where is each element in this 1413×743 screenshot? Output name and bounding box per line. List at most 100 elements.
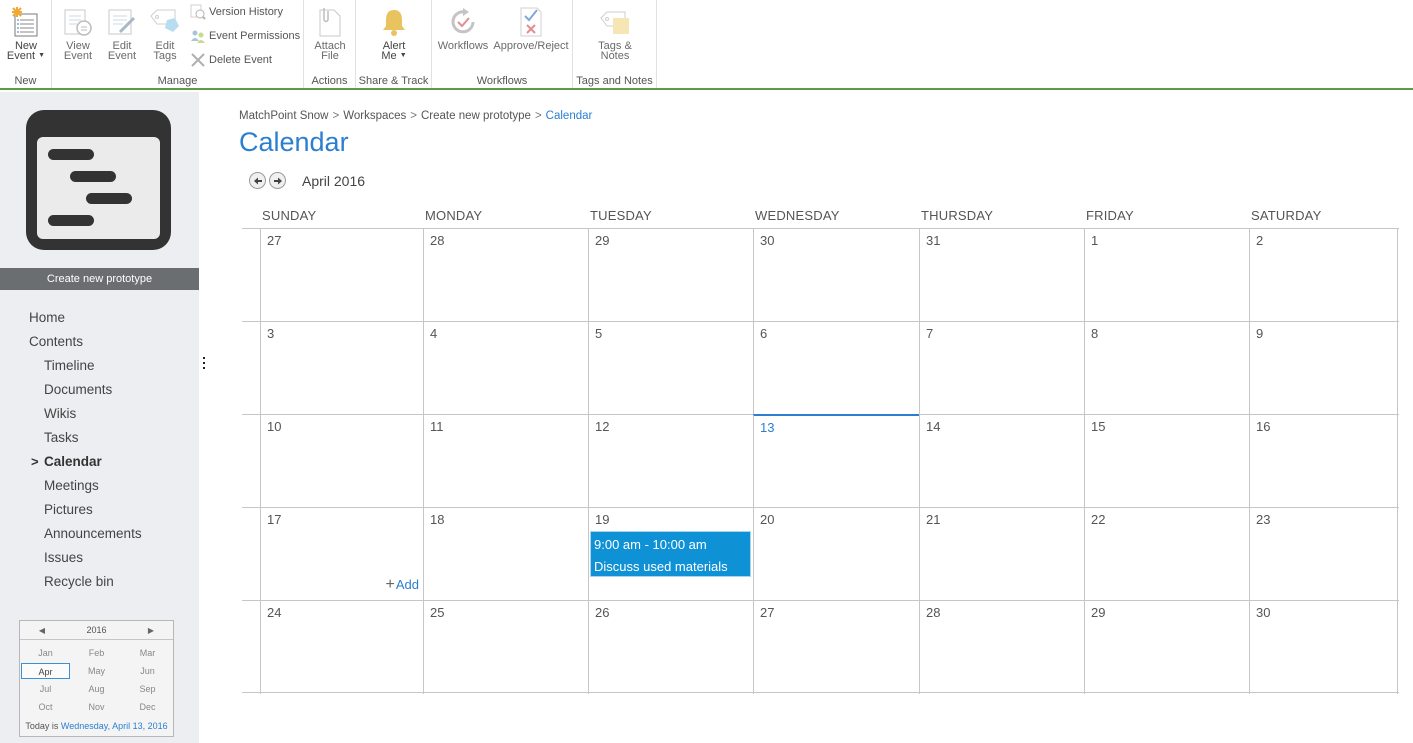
nav-item-announcements[interactable]: Announcements bbox=[0, 522, 199, 546]
month-may[interactable]: May bbox=[71, 663, 122, 679]
site-title[interactable]: Create new prototype bbox=[0, 268, 199, 290]
nav-item-pictures[interactable]: Pictures bbox=[0, 498, 199, 522]
day-cell[interactable]: 1 bbox=[1084, 229, 1249, 322]
nav-item-documents[interactable]: Documents bbox=[0, 378, 199, 402]
breadcrumb-item[interactable]: Create new prototype bbox=[421, 110, 531, 122]
day-cell[interactable]: 19 9:00 am - 10:00 am Discuss used materia… bbox=[588, 508, 753, 601]
breadcrumb-item[interactable]: MatchPoint Snow bbox=[239, 110, 329, 122]
alert-me-label-2: Me bbox=[381, 50, 397, 62]
breadcrumb-item[interactable]: Calendar bbox=[546, 110, 593, 122]
nav-item-issues[interactable]: Issues bbox=[0, 546, 199, 570]
month-dec[interactable]: Dec bbox=[122, 699, 173, 715]
calendar-month-label: April 2016 bbox=[302, 173, 366, 189]
day-cell[interactable]: 5 bbox=[588, 322, 753, 415]
day-cell[interactable]: 4 bbox=[423, 322, 588, 415]
day-cell[interactable]: 25 bbox=[423, 601, 588, 694]
month-oct[interactable]: Oct bbox=[20, 699, 71, 715]
day-cell[interactable]: 3 bbox=[260, 322, 423, 415]
day-cell[interactable]: 27 bbox=[260, 229, 423, 322]
group-label-workflows: Workflows bbox=[476, 75, 528, 87]
day-cell[interactable]: 15 bbox=[1084, 415, 1249, 508]
nav-item-home[interactable]: Home bbox=[0, 306, 199, 330]
day-cell[interactable]: 21 bbox=[919, 508, 1084, 601]
day-cell[interactable]: 16 bbox=[1249, 415, 1398, 508]
edit-tags-label-2: Tags bbox=[153, 50, 177, 62]
day-number: 21 bbox=[926, 512, 941, 527]
day-cell[interactable]: 23 bbox=[1249, 508, 1398, 601]
attach-file-button[interactable]: Attach File bbox=[312, 6, 348, 62]
edit-event-button[interactable]: Edit Event bbox=[104, 6, 140, 62]
approve-reject-icon bbox=[520, 7, 542, 37]
day-number: 1 bbox=[1091, 233, 1099, 248]
alert-me-button[interactable]: Alert Me ▼ bbox=[376, 6, 412, 62]
day-cell[interactable]: 14 bbox=[919, 415, 1084, 508]
day-cell[interactable]: 30 bbox=[1249, 601, 1398, 694]
day-cell[interactable]: 29 bbox=[588, 229, 753, 322]
workflows-button[interactable]: Workflows bbox=[437, 6, 489, 52]
month-jan[interactable]: Jan bbox=[20, 645, 71, 661]
nav-item-recycle-bin[interactable]: Recycle bin bbox=[0, 570, 199, 594]
delete-event-button[interactable]: Delete Event bbox=[190, 50, 272, 70]
version-history-button[interactable]: Version History bbox=[190, 2, 283, 22]
event-permissions-button[interactable]: Event Permissions bbox=[190, 26, 300, 46]
day-number: 25 bbox=[430, 605, 445, 620]
nav-item-tasks[interactable]: Tasks bbox=[0, 426, 199, 450]
sidebar-resize-handle[interactable] bbox=[202, 357, 206, 371]
day-cell[interactable]: 11 bbox=[423, 415, 588, 508]
month-nov[interactable]: Nov bbox=[71, 699, 122, 715]
day-cell[interactable]: 12 bbox=[588, 415, 753, 508]
approve-reject-button[interactable]: Approve/Reject bbox=[493, 6, 569, 52]
day-cell[interactable]: 18 bbox=[423, 508, 588, 601]
day-cell[interactable]: 8 bbox=[1084, 322, 1249, 415]
month-jun[interactable]: Jun bbox=[122, 663, 173, 679]
month-feb[interactable]: Feb bbox=[71, 645, 122, 661]
month-apr[interactable]: Apr bbox=[21, 663, 70, 679]
day-cell[interactable]: 9 bbox=[1249, 322, 1398, 415]
add-event-link[interactable]: +Add bbox=[386, 576, 419, 594]
previous-year-icon[interactable]: ◀ bbox=[32, 621, 52, 640]
day-cell[interactable]: 7 bbox=[919, 322, 1084, 415]
day-cell[interactable]: 24 bbox=[260, 601, 423, 694]
site-logo-icon[interactable] bbox=[26, 110, 171, 250]
day-number: 30 bbox=[1256, 605, 1271, 620]
month-sep[interactable]: Sep bbox=[122, 681, 173, 697]
day-number: 10 bbox=[267, 419, 282, 434]
today-link[interactable]: Wednesday, April 13, 2016 bbox=[61, 721, 168, 731]
arrow-left-icon bbox=[254, 177, 262, 185]
ribbon-group-manage: View Event Edit Event Edit Tags Version … bbox=[52, 0, 304, 88]
group-label-actions: Actions bbox=[311, 75, 348, 87]
day-cell[interactable]: 31 bbox=[919, 229, 1084, 322]
nav-item-wikis[interactable]: Wikis bbox=[0, 402, 199, 426]
day-cell[interactable]: 22 bbox=[1084, 508, 1249, 601]
month-mar[interactable]: Mar bbox=[122, 645, 173, 661]
month-aug[interactable]: Aug bbox=[71, 681, 122, 697]
new-event-button[interactable]: New Event ▼ bbox=[6, 6, 46, 62]
nav-item-timeline[interactable]: Timeline bbox=[0, 354, 199, 378]
day-cell[interactable]: 10 bbox=[260, 415, 423, 508]
dropdown-caret-icon: ▼ bbox=[38, 52, 46, 60]
nav-item-calendar[interactable]: > Calendar bbox=[0, 450, 199, 474]
day-cell[interactable]: 13 bbox=[753, 414, 919, 507]
day-number: 7 bbox=[926, 326, 934, 341]
next-year-icon[interactable]: ▶ bbox=[141, 621, 161, 640]
view-event-button[interactable]: View Event bbox=[60, 6, 96, 62]
day-cell[interactable]: 2 bbox=[1249, 229, 1398, 322]
nav-item-contents[interactable]: Contents bbox=[0, 330, 199, 354]
day-cell[interactable]: 6 bbox=[753, 322, 919, 415]
day-cell[interactable]: 29 bbox=[1084, 601, 1249, 694]
previous-month-button[interactable] bbox=[249, 172, 266, 190]
month-jul[interactable]: Jul bbox=[20, 681, 71, 697]
day-cell[interactable]: 28 bbox=[919, 601, 1084, 694]
tags-notes-button[interactable]: Tags & Notes bbox=[595, 6, 635, 62]
day-cell[interactable]: 30 bbox=[753, 229, 919, 322]
calendar-event[interactable]: 9:00 am - 10:00 am Discuss used materials bbox=[590, 531, 751, 577]
next-month-button[interactable] bbox=[269, 172, 286, 190]
day-cell[interactable]: 17 +Add bbox=[260, 508, 423, 601]
nav-item-meetings[interactable]: Meetings bbox=[0, 474, 199, 498]
day-cell[interactable]: 28 bbox=[423, 229, 588, 322]
breadcrumb-item[interactable]: Workspaces bbox=[343, 110, 406, 122]
day-cell[interactable]: 20 bbox=[753, 508, 919, 601]
day-cell[interactable]: 26 bbox=[588, 601, 753, 694]
day-cell[interactable]: 27 bbox=[753, 601, 919, 694]
edit-tags-button[interactable]: Edit Tags bbox=[148, 6, 182, 62]
